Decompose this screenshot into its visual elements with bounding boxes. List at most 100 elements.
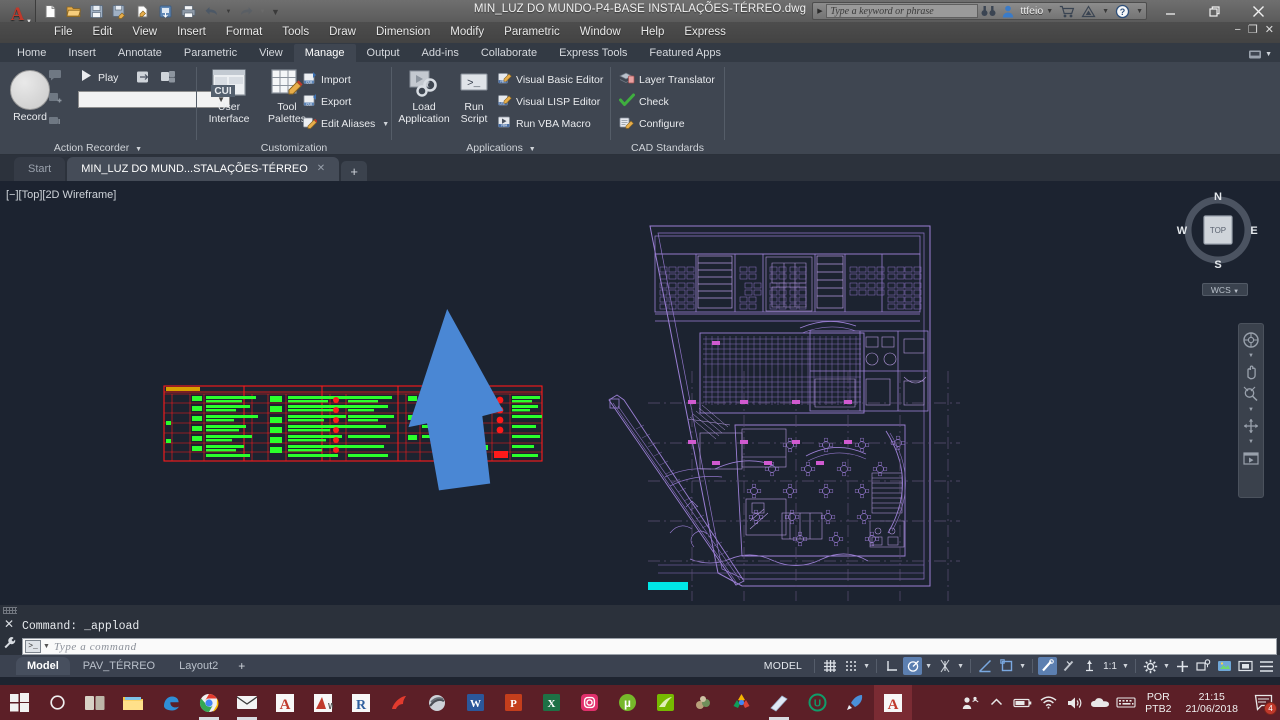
restore-button[interactable] [1192, 0, 1236, 22]
autocad-active-button[interactable]: A [874, 685, 912, 720]
undo-dropdown-caret[interactable]: ▼ [224, 2, 233, 21]
pan-icon[interactable] [1241, 363, 1261, 381]
panel-dropdown-caret[interactable]: ▼ [529, 146, 536, 153]
cart-icon[interactable] [1056, 2, 1078, 20]
edit-aliases-button[interactable]: Edit Aliases ▼ [302, 114, 389, 134]
undo-icon[interactable] [201, 2, 222, 21]
menu-item-tools[interactable]: Tools [272, 22, 319, 43]
chevron-down-icon[interactable]: ▼ [1162, 663, 1171, 670]
windows-start-button[interactable] [0, 685, 38, 720]
revit-button[interactable]: R [342, 685, 380, 720]
keyboard-language-icon[interactable] [1113, 685, 1139, 720]
document-close-icon[interactable]: ✕ [1265, 25, 1274, 36]
ribbon-tab-annotate[interactable]: Annotate [107, 44, 173, 62]
binoculars-icon[interactable] [978, 2, 999, 20]
wrench-icon[interactable] [3, 636, 16, 652]
onenote-button[interactable] [760, 685, 798, 720]
new-layout-button[interactable]: + [231, 659, 252, 673]
lineweight-icon[interactable] [1038, 657, 1057, 675]
open-icon[interactable] [63, 2, 84, 21]
chevron-down-icon[interactable]: ▼ [1248, 439, 1254, 445]
command-input[interactable]: >_ ▼ Type a command [22, 638, 1277, 655]
help-dropdown-caret[interactable]: ▼ [1133, 8, 1146, 15]
clean-screen-icon[interactable] [1236, 657, 1255, 675]
clock[interactable]: 21:15 21/06/2018 [1177, 691, 1246, 715]
menu-item-modify[interactable]: Modify [440, 22, 494, 43]
orbit-icon[interactable] [1241, 417, 1261, 435]
action-macro-preferences-icon[interactable] [136, 70, 153, 90]
graphics-performance-icon[interactable] [1215, 657, 1234, 675]
layout-tab-model[interactable]: Model [16, 657, 70, 675]
visual-basic-editor-button[interactable]: VBA Visual Basic Editor [497, 70, 603, 90]
menu-item-view[interactable]: View [122, 22, 167, 43]
autocad-button[interactable]: A [266, 685, 304, 720]
pause-for-input-icon[interactable] [48, 114, 62, 132]
customization-menu-icon[interactable] [1257, 657, 1276, 675]
configure-button[interactable]: Configure [619, 114, 685, 134]
display-grid-icon[interactable] [820, 657, 839, 675]
chevron-down-icon[interactable]: ▼ [956, 663, 965, 670]
menu-item-edit[interactable]: Edit [83, 22, 123, 43]
run-vba-macro-button[interactable]: VBA Run VBA Macro [497, 114, 591, 134]
object-snap-tracking-icon[interactable] [935, 657, 954, 675]
chevron-down-icon[interactable]: ▼ [862, 663, 871, 670]
microsoft-edge-button[interactable] [152, 685, 190, 720]
drawing-canvas[interactable]: [−][Top][2D Wireframe] [0, 181, 1280, 605]
menu-item-help[interactable]: Help [631, 22, 675, 43]
export-button[interactable]: CUI Export [302, 92, 351, 112]
ribbon-tab-view[interactable]: View [248, 44, 294, 62]
selection-cycling-icon[interactable] [1080, 657, 1099, 675]
navisworks-button[interactable] [418, 685, 456, 720]
people-icon[interactable] [957, 685, 983, 720]
check-button[interactable]: Check [619, 92, 669, 112]
dynamic-ucs-icon[interactable] [976, 657, 995, 675]
ublock-button[interactable]: U [798, 685, 836, 720]
ribbon-tab-manage[interactable]: Manage [294, 44, 356, 62]
document-tab-drawing[interactable]: MIN_LUZ DO MUND...STALAÇÕES-TÉRREO ✕ [67, 157, 339, 181]
ribbon-display-options[interactable]: ▼ [1248, 49, 1272, 60]
ribbon-tab-home[interactable]: Home [6, 44, 57, 62]
chevron-down-icon[interactable]: ▼ [1248, 407, 1254, 413]
menu-item-express[interactable]: Express [674, 22, 736, 43]
document-tab-start[interactable]: Start [14, 157, 65, 181]
google-drive-button[interactable] [722, 685, 760, 720]
view-cube[interactable]: TOP N S E W [1176, 188, 1260, 272]
annotation-scale-label[interactable]: 1:1 [1101, 661, 1119, 672]
language-indicator[interactable]: POR PTB2 [1139, 691, 1177, 715]
ribbon-tab-express-tools[interactable]: Express Tools [548, 44, 638, 62]
show-motion-icon[interactable] [1241, 449, 1261, 467]
close-icon[interactable]: ✕ [317, 157, 325, 181]
ribbon-tab-parametric[interactable]: Parametric [173, 44, 248, 62]
autodesk360-icon[interactable] [1078, 2, 1099, 20]
microsoft-powerpoint-button[interactable]: P [494, 685, 532, 720]
cortana-search-button[interactable] [38, 685, 76, 720]
menu-item-file[interactable]: File [44, 22, 83, 43]
zoom-extents-icon[interactable] [1241, 385, 1261, 403]
microsoft-word-button[interactable]: W [456, 685, 494, 720]
transparency-icon[interactable] [1059, 657, 1078, 675]
run-script-button[interactable]: >_ Run Script [446, 70, 502, 125]
ucs-selector[interactable]: WCS ▼ [1202, 283, 1248, 296]
close-icon[interactable]: ✕ [4, 617, 14, 631]
ribbon-tab-output[interactable]: Output [356, 44, 411, 62]
publish-icon[interactable] [155, 2, 176, 21]
microsoft-excel-button[interactable]: X [532, 685, 570, 720]
plot-preview-icon[interactable] [132, 2, 153, 21]
close-button[interactable] [1236, 0, 1280, 22]
user-name[interactable]: ttfeio [1020, 5, 1043, 17]
menu-item-draw[interactable]: Draw [319, 22, 366, 43]
utorrent-button[interactable]: µ [608, 685, 646, 720]
rocket-button[interactable] [836, 685, 874, 720]
chevron-down-icon[interactable]: ▼ [924, 663, 933, 670]
chevron-down-icon[interactable]: ▼ [1121, 663, 1130, 670]
manage-action-macros-icon[interactable] [160, 70, 177, 90]
play-button[interactable]: Play [78, 68, 118, 88]
ortho-mode-icon[interactable] [882, 657, 901, 675]
ribbon-tab-add-ins[interactable]: Add-ins [411, 44, 470, 62]
user-icon[interactable] [999, 2, 1017, 20]
help-icon[interactable]: ? [1112, 2, 1133, 20]
layer-translator-button[interactable]: Layer Translator [619, 70, 715, 90]
photos-button[interactable] [684, 685, 722, 720]
steering-wheel-icon[interactable] [1241, 331, 1261, 349]
menu-item-dimension[interactable]: Dimension [366, 22, 440, 43]
